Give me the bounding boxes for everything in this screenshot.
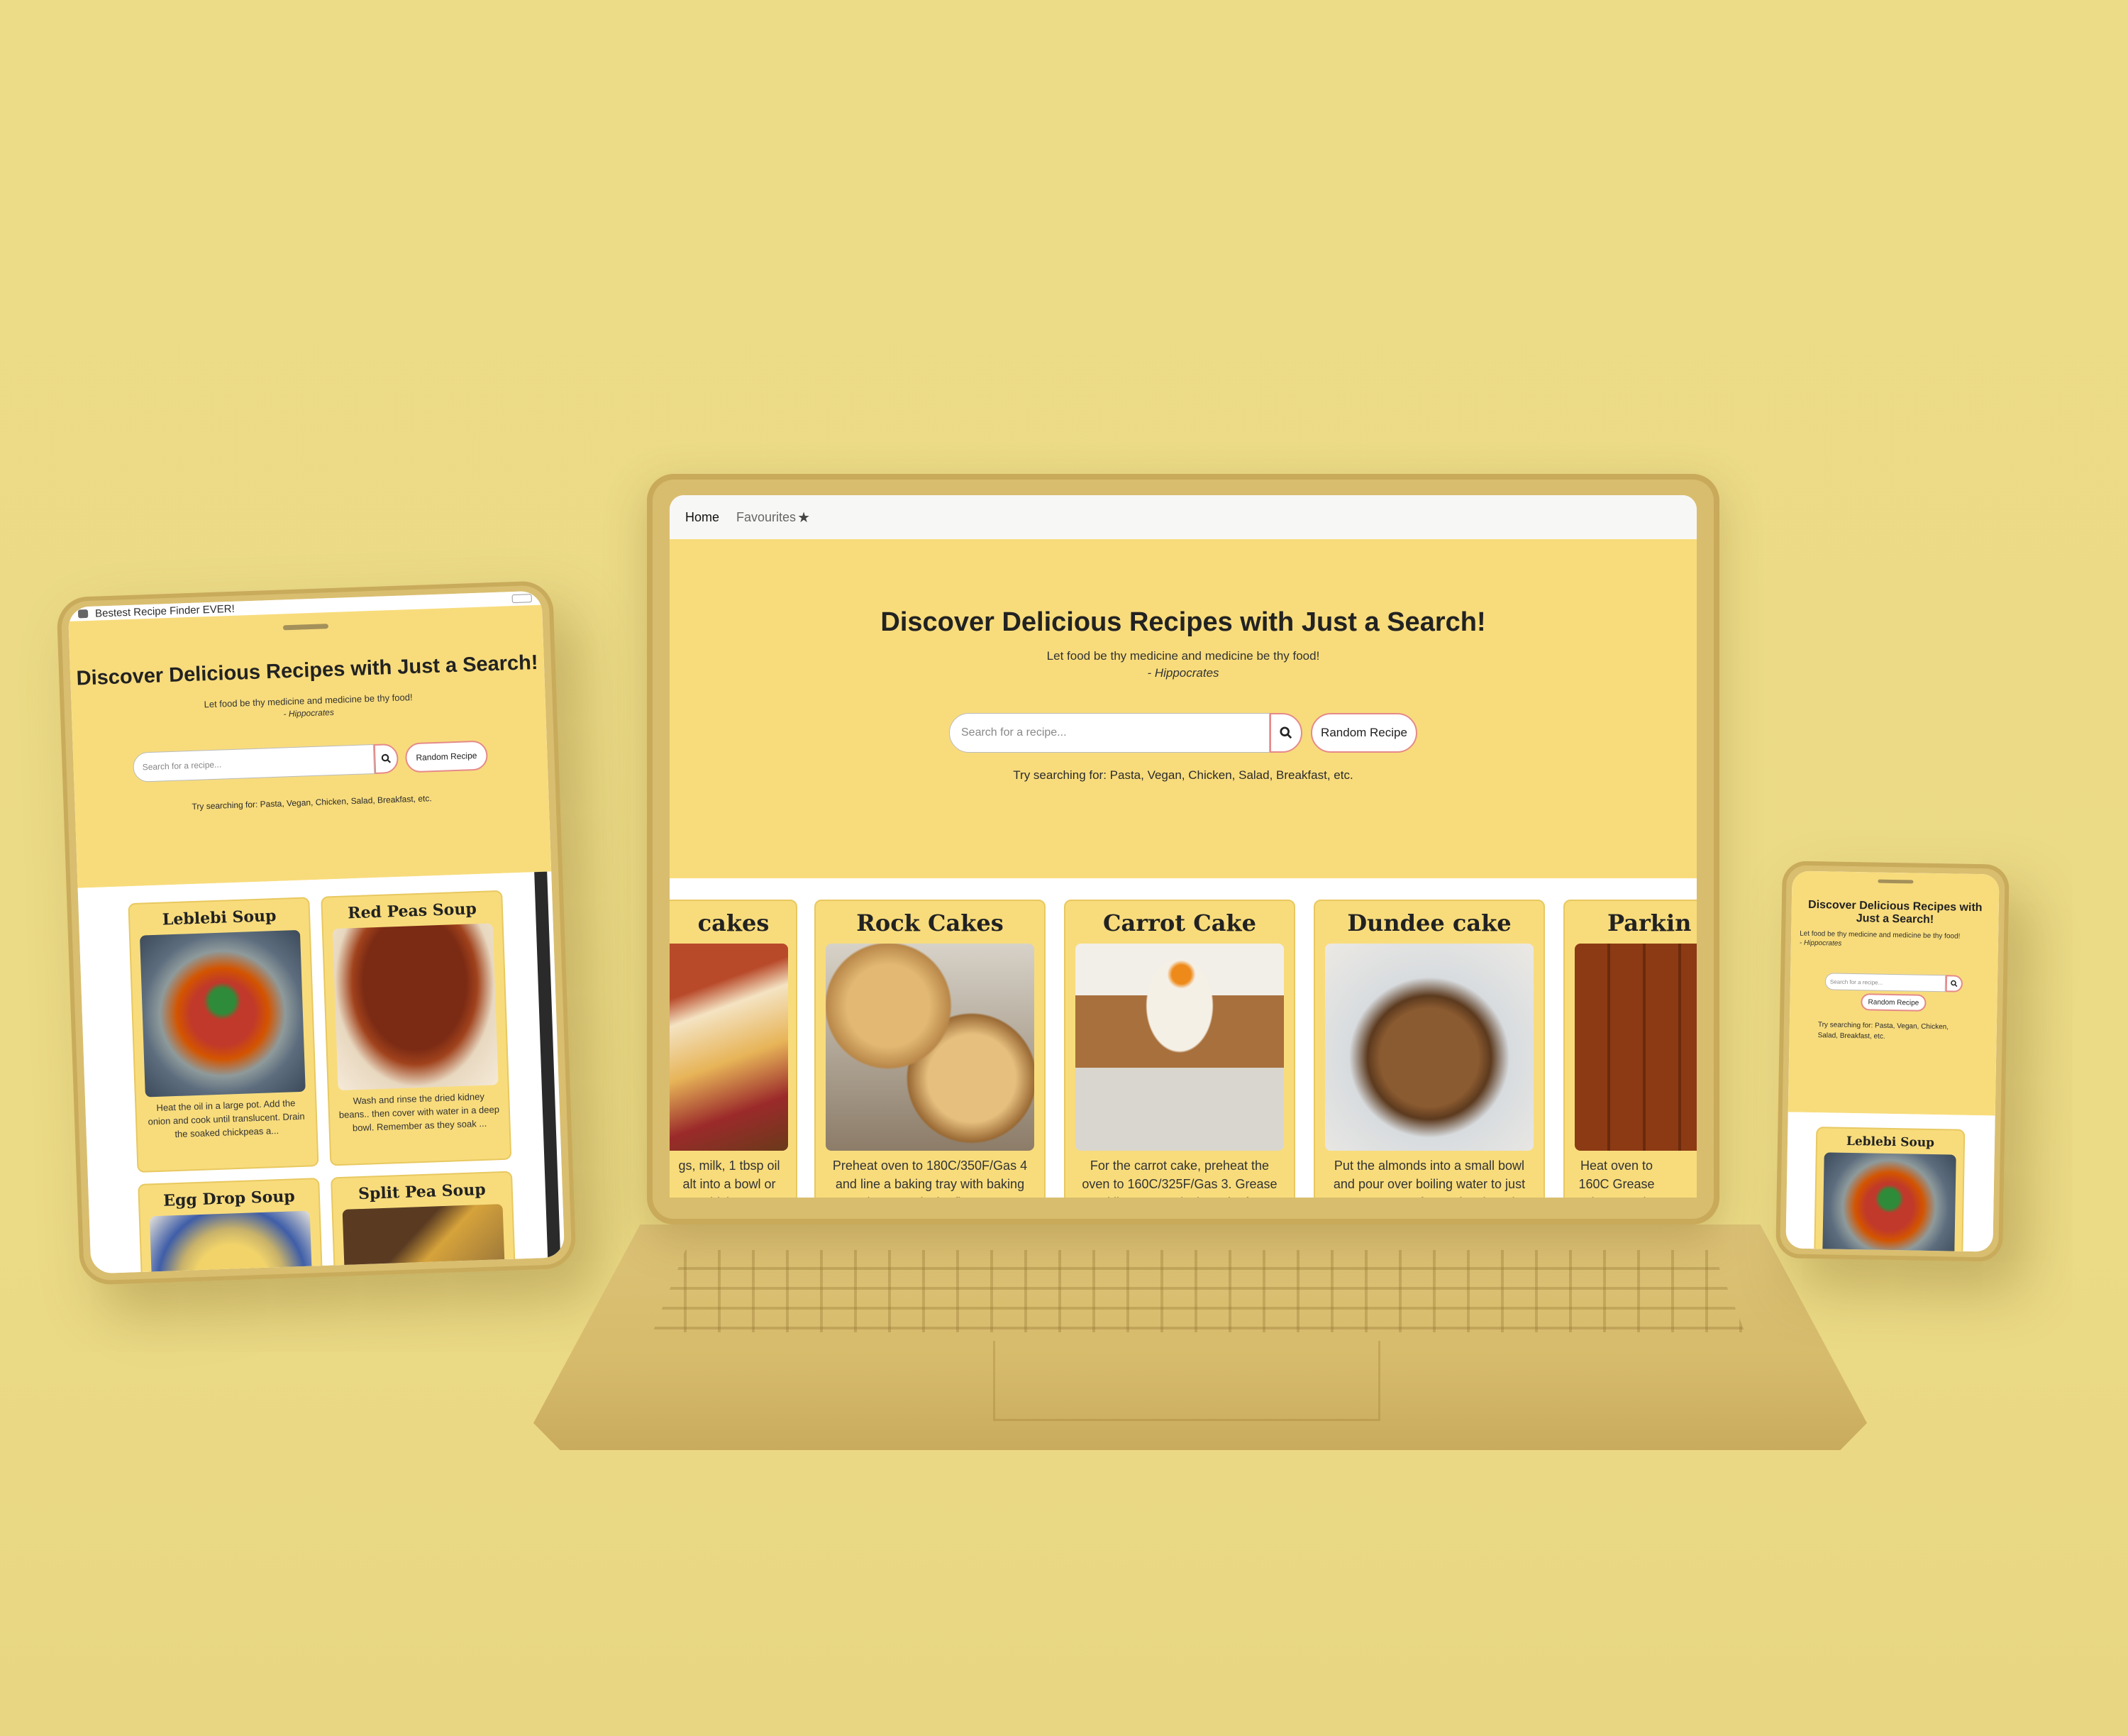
recipe-image [139, 929, 306, 1098]
recipe-description: Preheat oven to 180C/350F/Gas 4 and line… [832, 1159, 1028, 1198]
phone-hero: Discover Delicious Recipes with Just a S… [1788, 870, 2000, 1116]
recipe-card[interactable]: Leblebi Soup Heat the oil in a large pot… [128, 897, 319, 1173]
recipe-description: Heat the oil in a large pot. Add the oni… [148, 1098, 305, 1140]
nav-favourites-link[interactable]: Favourites ★ [736, 509, 810, 526]
recipe-description: gs, milk, 1 tbsp oil alt into a bowl or … [678, 1159, 780, 1198]
recipe-title: Leblebi Soup [162, 906, 277, 929]
search-suggestions: Try searching for: Pasta, Vegan, Chicken… [1013, 768, 1353, 782]
laptop-device: Home Favourites ★ Discover Delicious Rec… [647, 474, 1719, 1224]
search-input[interactable]: Search for a recipe... [1824, 973, 1946, 993]
search-input[interactable]: Search for a recipe... [949, 713, 1270, 753]
search-suggestions: Try searching for: Pasta, Vegan, Chicken… [192, 793, 432, 812]
random-recipe-button[interactable]: Random Recipe [1861, 993, 1927, 1012]
recipe-title: Rock Cakes [856, 910, 1004, 936]
hero-quote: Let food be thy medicine and medicine be… [1046, 649, 1320, 663]
recipe-card[interactable]: Parkin Heat oven to 160C Grease a deep 2… [1563, 900, 1697, 1198]
recipe-title: Egg Drop Soup [162, 1187, 296, 1210]
logo-icon [77, 609, 89, 619]
page-title: Discover Delicious Recipes with Just a S… [880, 607, 1486, 637]
laptop-trackpad [993, 1341, 1380, 1421]
page-title: Discover Delicious Recipes with Just a S… [76, 651, 539, 690]
recipe-description: For the carrot cake, preheat the oven to… [1082, 1159, 1278, 1198]
phone-screen: Discover Delicious Recipes with Just a S… [1785, 870, 2000, 1252]
recipe-title: Parkin [1607, 910, 1692, 936]
recipe-image [826, 944, 1034, 1151]
tablet-device: Bestest Recipe Finder EVER! Discover Del… [56, 580, 577, 1286]
recipe-image [1575, 944, 1697, 1151]
search-icon [1951, 980, 1958, 988]
recipe-card[interactable]: Split Pea Soup [331, 1171, 517, 1274]
search-button[interactable] [1945, 975, 1963, 993]
hero-author: - Hippocrates [1799, 939, 1842, 948]
random-recipe-button[interactable]: Random Recipe [404, 740, 489, 773]
scrollbar[interactable] [534, 871, 561, 1269]
navbar: Home Favourites ★ [670, 495, 1697, 539]
recipe-card[interactable]: Dundee cake Put the almonds into a small… [1314, 900, 1545, 1198]
recipe-image [332, 923, 499, 1091]
recipe-card[interactable]: Carrot Cake For the carrot cake, preheat… [1064, 900, 1295, 1198]
recipe-title: Split Pea Soup [358, 1180, 487, 1204]
recipe-image [342, 1204, 506, 1274]
recipe-image [149, 1210, 313, 1274]
hamburger-icon[interactable] [511, 594, 532, 604]
search-icon [1280, 726, 1292, 739]
recipe-title: Leblebi Soup [1846, 1134, 1935, 1151]
drag-handle[interactable] [282, 624, 329, 631]
recipe-title: Red Peas Soup [347, 900, 477, 923]
search-button[interactable] [373, 743, 399, 774]
recipe-image [1325, 944, 1534, 1151]
nav-home-link[interactable]: Home [685, 510, 719, 525]
recipe-card[interactable]: cakes gs, milk, 1 tbsp oil alt into a bo… [670, 900, 797, 1198]
star-icon: ★ [797, 509, 810, 526]
recipe-title: Carrot Cake [1103, 910, 1256, 936]
recipe-carousel: cakes gs, milk, 1 tbsp oil alt into a bo… [670, 878, 1697, 1198]
random-recipe-button[interactable]: Random Recipe [1311, 713, 1417, 753]
recipe-image [670, 944, 788, 1151]
laptop-keyboard [653, 1250, 1745, 1332]
phone-recipe-list: Leblebi Soup [1785, 1112, 1995, 1252]
recipe-title: cakes [697, 910, 770, 936]
tablet-recipe-grid: Leblebi Soup Heat the oil in a large pot… [77, 871, 565, 1274]
recipe-title: Dundee cake [1347, 910, 1512, 936]
recipe-description: Put the almonds into a small bowl and po… [1333, 1159, 1526, 1198]
search-icon [381, 753, 391, 763]
recipe-image [1822, 1152, 1956, 1252]
search-row: Search for a recipe... Random Recipe [73, 739, 548, 785]
recipe-card[interactable]: Red Peas Soup Wash and rinse the dried k… [321, 890, 512, 1166]
search-row: Search for a recipe... [1790, 972, 1997, 993]
search-button[interactable] [1270, 713, 1302, 753]
phone-device: Discover Delicious Recipes with Just a S… [1775, 861, 2010, 1262]
recipe-card[interactable]: Rock Cakes Preheat oven to 180C/350F/Gas… [814, 900, 1046, 1198]
hero-author: - Hippocrates [1147, 666, 1219, 680]
hero-section: Discover Delicious Recipes with Just a S… [670, 539, 1697, 878]
page-title: Discover Delicious Recipes with Just a S… [1807, 898, 1983, 926]
tablet-hero: Discover Delicious Recipes with Just a S… [68, 604, 552, 888]
tablet-screen: Bestest Recipe Finder EVER! Discover Del… [67, 590, 565, 1274]
search-input[interactable]: Search for a recipe... [132, 744, 375, 783]
recipe-description: Heat oven to 160C Grease a deep 2 cake t… [1576, 1159, 1656, 1198]
search-row: Search for a recipe... Random Recipe [670, 713, 1697, 753]
drag-handle[interactable] [1878, 879, 1914, 884]
nav-favourites-label: Favourites [736, 509, 797, 524]
recipe-description: Wash and rinse the dried kidney beans.. … [338, 1090, 500, 1134]
recipe-image [1075, 944, 1284, 1151]
search-suggestions: Try searching for: Pasta, Vegan, Chicken… [1817, 1021, 1949, 1041]
recipe-card[interactable]: Egg Drop Soup [138, 1178, 325, 1274]
recipe-card[interactable]: Leblebi Soup [1813, 1127, 1966, 1252]
laptop-screen: Home Favourites ★ Discover Delicious Rec… [670, 495, 1697, 1198]
